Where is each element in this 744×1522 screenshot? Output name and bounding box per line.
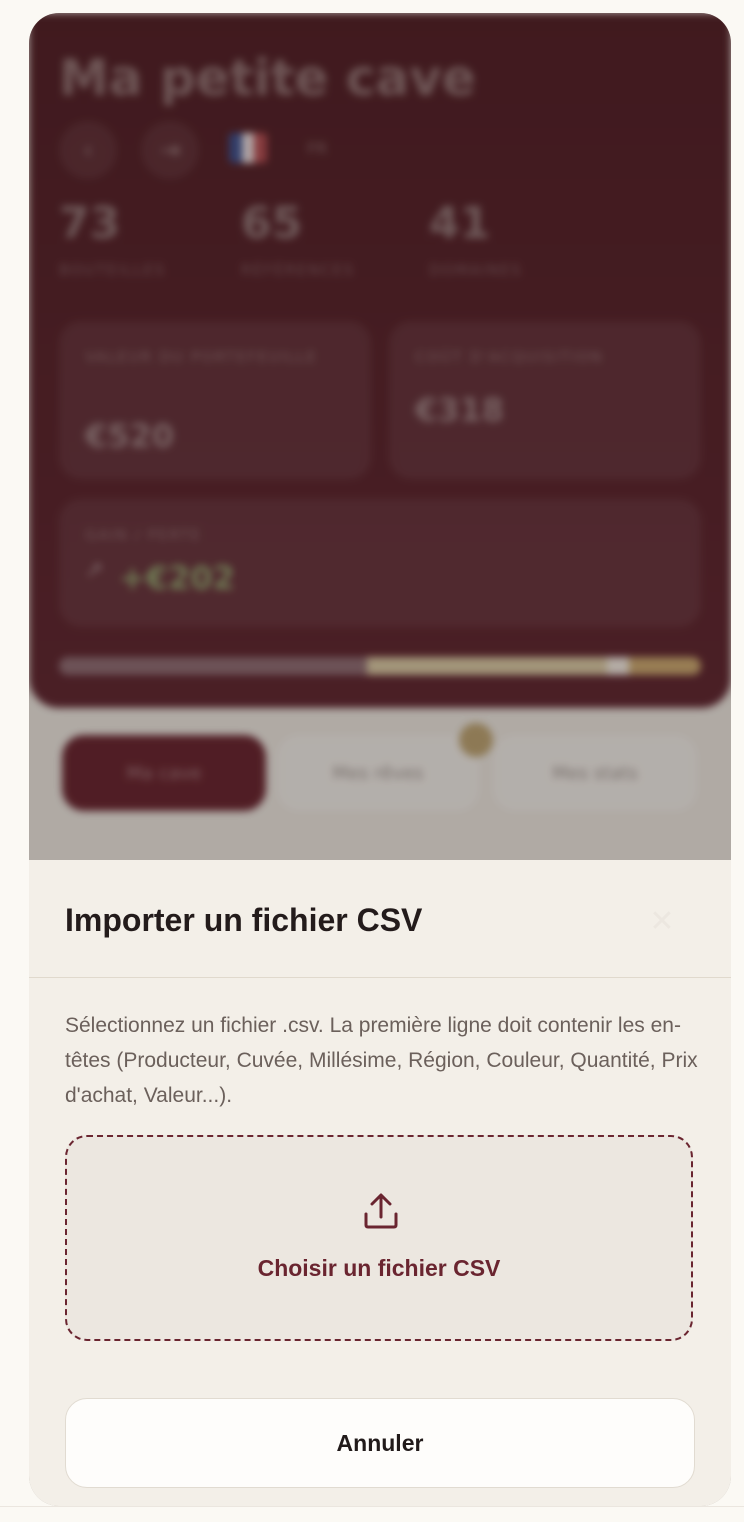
bottom-divider (0, 1506, 744, 1507)
choose-file-label: Choisir un fichier CSV (257, 1255, 501, 1281)
sheet-header: Importer un fichier CSV ✕ (29, 860, 731, 978)
upload-icon (364, 1193, 398, 1229)
csv-file-dropzone[interactable]: Choisir un fichier CSV (65, 1135, 693, 1341)
close-icon[interactable]: ✕ (631, 891, 693, 953)
cancel-button[interactable]: Annuler (65, 1398, 695, 1488)
import-instructions: Sélectionnez un fichier .csv. La premièr… (65, 1014, 698, 1107)
sheet-title: Importer un fichier CSV (65, 902, 423, 938)
app-frame: Ma petite cave ‹ ⇥ FR 73 BOUTEILLES 65 R… (29, 13, 731, 1506)
import-csv-sheet: Importer un fichier CSV ✕ Sélectionnez u… (29, 860, 731, 1506)
